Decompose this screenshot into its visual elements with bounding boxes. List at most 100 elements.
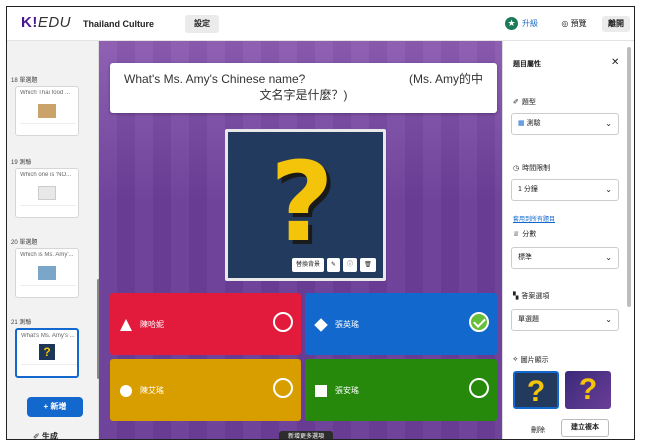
- slide-item[interactable]: 18 單選題 Which Thai food ...: [11, 75, 95, 136]
- preview-button[interactable]: ◎ 預覽: [555, 16, 593, 32]
- question-type-value: 測驗: [526, 120, 541, 127]
- points-value: 標準: [518, 254, 532, 261]
- generate-button[interactable]: ✐ 生成: [33, 431, 58, 439]
- app-window: K!EDU Thailand Culture 設定 ★ 升級 ◎ 預覽 離開 1…: [6, 6, 635, 440]
- correct-toggle[interactable]: [469, 378, 489, 398]
- properties-scrollbar[interactable]: [627, 47, 631, 307]
- upgrade-label: 升級: [522, 19, 538, 28]
- correct-toggle[interactable]: [273, 312, 293, 332]
- question-input[interactable]: What's Ms. Amy's Chinese name? (Ms. Amy的…: [110, 63, 497, 113]
- correct-toggle[interactable]: [273, 378, 293, 398]
- slide-question-text: Which Thai food ...: [20, 90, 70, 96]
- question-type-section: ✐ 題型: [513, 97, 536, 107]
- square-icon: [315, 385, 327, 397]
- answer-text[interactable]: 陳艾瑤: [140, 385, 164, 396]
- circle-icon: [120, 385, 132, 397]
- answer-3[interactable]: 陳艾瑤: [110, 359, 301, 421]
- chevron-down-icon: ⌄: [605, 119, 612, 128]
- info-icon[interactable]: ⓘ: [343, 258, 358, 272]
- slide-image: [38, 104, 56, 118]
- question-canvas: What's Ms. Amy's Chinese name? (Ms. Amy的…: [99, 41, 502, 439]
- question-line-1-right: (Ms. Amy的中: [409, 72, 483, 86]
- close-icon[interactable]: ✕: [611, 57, 619, 68]
- slide-thumbnail[interactable]: Which Thai food ...: [15, 86, 79, 136]
- slide-answers-preview: [20, 123, 76, 131]
- chevron-down-icon: ⌄: [605, 315, 612, 324]
- question-mark-image: ?: [39, 344, 55, 360]
- logo[interactable]: K!EDU: [21, 14, 71, 31]
- image-icon: ⟡: [513, 356, 518, 363]
- time-limit-label: 時間限制: [522, 165, 551, 172]
- image-option-normal[interactable]: ?: [513, 371, 559, 409]
- answer-1[interactable]: 陳哈妮: [110, 293, 301, 355]
- triangle-icon: [120, 319, 132, 331]
- clock-icon: ◷: [513, 165, 520, 172]
- trash-icon[interactable]: 🗑: [360, 258, 376, 272]
- chevron-down-icon: ⌄: [605, 185, 612, 194]
- slide-answers-preview: [20, 205, 76, 213]
- question-type-icon: ✐: [513, 99, 519, 106]
- answer-options-select[interactable]: 單選題 ⌄: [511, 309, 619, 331]
- image-display-section: ⟡ 圖片顯示: [513, 355, 549, 365]
- properties-panel: 題目屬性 ✕ ✐ 題型 ▦ 測驗 ⌄ ◷ 時間限制 1 分鐘 ⌄ 套用到所有題目…: [502, 41, 626, 439]
- question-type-select[interactable]: ▦ 測驗 ⌄: [511, 113, 619, 135]
- slide-thumbnail[interactable]: Which one is 'NO...: [15, 168, 79, 218]
- question-line-2: 文名字是什麼？): [259, 88, 348, 102]
- question-mark-image: ?: [270, 138, 334, 266]
- top-bar: K!EDU Thailand Culture 設定 ★ 升級 ◎ 預覽 離開: [7, 7, 634, 41]
- duplicate-button[interactable]: 建立複本: [561, 419, 609, 437]
- slide-item-active[interactable]: 21 測驗 What's Ms. Amy's ... ?: [11, 317, 95, 378]
- time-limit-select[interactable]: 1 分鐘 ⌄: [511, 179, 619, 201]
- points-label: 分數: [522, 231, 537, 238]
- settings-button[interactable]: 設定: [185, 15, 219, 33]
- slide-thumbnail[interactable]: Which is Ms. Amy'...: [15, 248, 79, 298]
- edit-image-icon[interactable]: ✎: [327, 258, 341, 272]
- slide-image: [38, 266, 56, 280]
- slide-thumbnail[interactable]: What's Ms. Amy's ... ?: [15, 328, 79, 378]
- quiz-icon: ▦: [518, 120, 525, 127]
- add-more-answers-button[interactable]: 新增更多選項: [279, 431, 333, 439]
- answer-4[interactable]: 張安瑤: [305, 359, 497, 421]
- kahoot-title-input[interactable]: Thailand Culture: [79, 15, 179, 33]
- slide-answers-preview: [20, 285, 76, 293]
- slide-image: [38, 186, 56, 200]
- image-display-label: 圖片顯示: [520, 357, 549, 364]
- delete-button[interactable]: 刪除: [531, 425, 545, 435]
- grid-icon: ▚: [513, 293, 519, 300]
- slide-label: 20 單選題: [11, 240, 38, 246]
- apply-to-all-link[interactable]: 套用到所有題目: [513, 214, 555, 223]
- replace-background-button[interactable]: 替換背景: [292, 258, 325, 272]
- image-option-blur[interactable]: ?: [565, 371, 611, 409]
- slide-label: 18 單選題: [11, 78, 38, 84]
- points-section: ♕ 分數: [513, 229, 536, 239]
- star-icon: ★: [505, 17, 518, 30]
- question-line-1: What's Ms. Amy's Chinese name?: [124, 72, 306, 86]
- image-display-options: ? ?: [513, 371, 611, 409]
- slide-question-text: Which is Ms. Amy'...: [20, 252, 74, 258]
- time-limit-section: ◷ 時間限制: [513, 163, 550, 173]
- points-select[interactable]: 標準 ⌄: [511, 247, 619, 269]
- question-text: What's Ms. Amy's Chinese name? (Ms. Amy的…: [124, 71, 483, 103]
- slide-item[interactable]: 19 測驗 Which one is 'NO...: [11, 157, 95, 218]
- answer-2[interactable]: 張英瑤: [305, 293, 497, 355]
- question-media[interactable]: ? 替換背景 ✎ ⓘ 🗑: [225, 129, 386, 281]
- slide-question-text: Which one is 'NO...: [20, 172, 72, 178]
- answer-text[interactable]: 陳哈妮: [140, 319, 164, 330]
- add-slide-button[interactable]: + 新增: [27, 397, 83, 417]
- upgrade-button[interactable]: ★ 升級: [505, 17, 538, 30]
- points-icon: ♕: [513, 231, 520, 238]
- answer-options-section: ▚ 答案選項: [513, 291, 549, 301]
- slide-item[interactable]: 20 單選題 Which is Ms. Amy'...: [11, 237, 95, 298]
- answer-text[interactable]: 張英瑤: [335, 319, 359, 330]
- answer-text[interactable]: 張安瑤: [335, 385, 359, 396]
- panel-title: 題目屬性: [513, 61, 541, 68]
- slide-label: 21 測驗: [11, 320, 32, 326]
- time-limit-value: 1 分鐘: [518, 186, 538, 193]
- correct-toggle-checked[interactable]: [469, 312, 489, 332]
- exit-button[interactable]: 離開: [602, 16, 630, 32]
- question-type-label: 題型: [521, 99, 536, 106]
- answer-options-value: 單選題: [518, 316, 539, 323]
- chevron-down-icon: ⌄: [605, 253, 612, 262]
- slide-list-panel: 18 單選題 Which Thai food ... 19 測驗 Which o…: [7, 41, 99, 439]
- slide-label: 19 測驗: [11, 160, 32, 166]
